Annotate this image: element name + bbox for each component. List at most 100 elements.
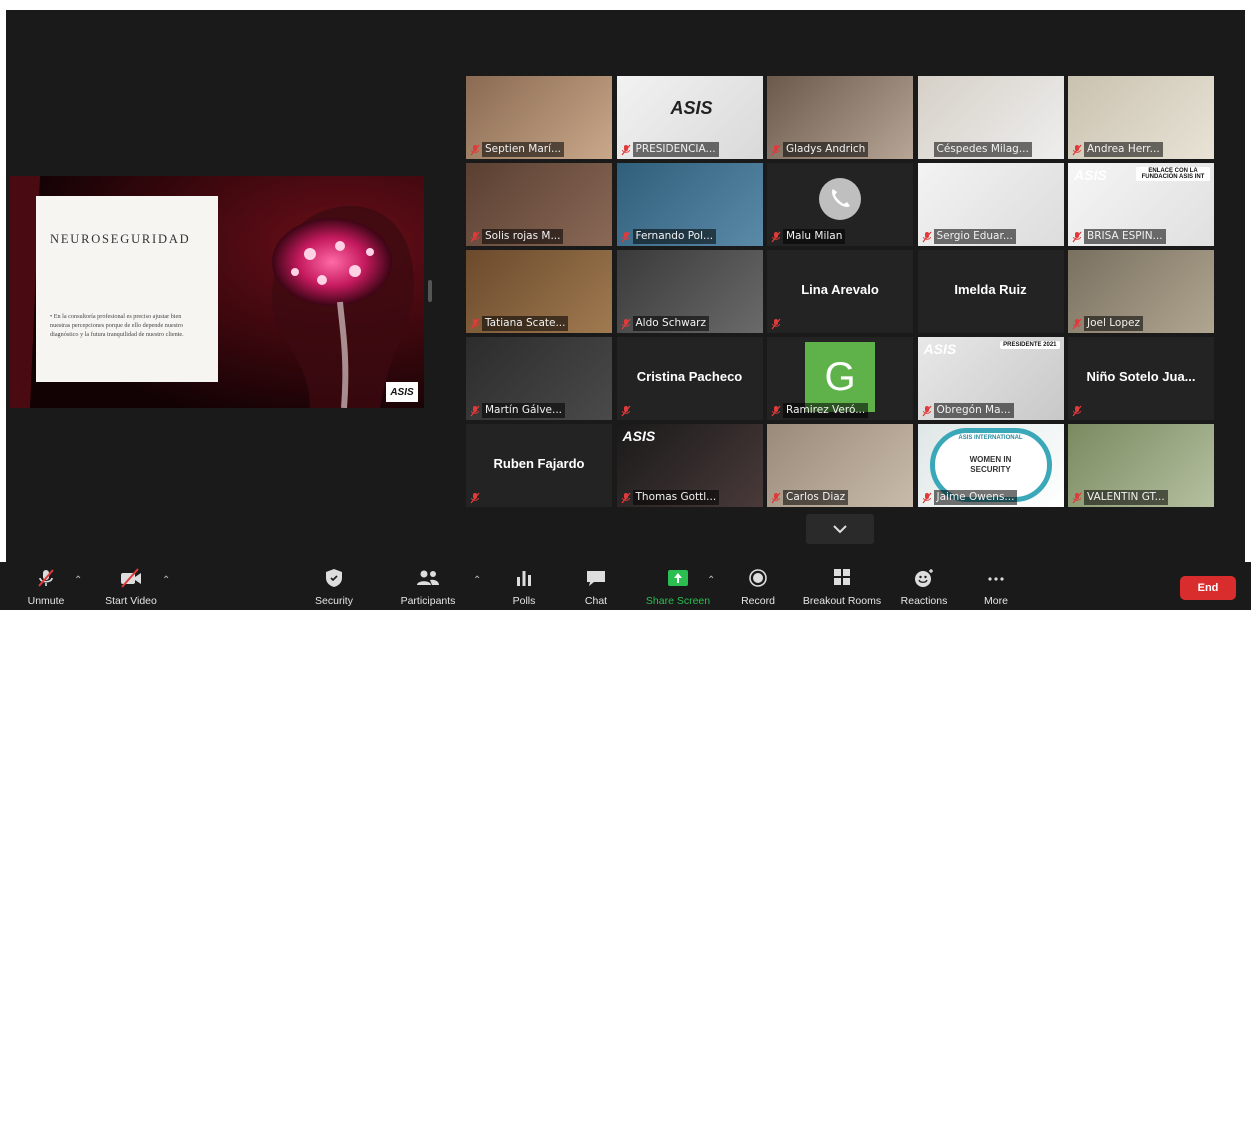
split-divider-handle[interactable]: [428, 280, 432, 302]
breakout-rooms-icon: [834, 569, 850, 585]
banner-text: ENLACE CON LA FUNDACIÓN ASIS INT: [1136, 167, 1210, 181]
more-button[interactable]: More: [976, 562, 1016, 610]
microphone-muted-icon: [620, 405, 631, 417]
microphone-muted-icon: [470, 318, 480, 330]
participants-label: Participants: [400, 595, 456, 607]
participant-tile[interactable]: Tatiana Scate...: [466, 250, 612, 333]
asis-logo: ASIS: [1074, 167, 1107, 183]
shared-screen: NEUROSEGURIDAD • En la consultoría profe…: [10, 176, 424, 408]
participant-name: Tatiana Scate...: [482, 316, 569, 331]
more-label: More: [984, 595, 1008, 607]
microphone-muted-icon: [470, 144, 480, 156]
participant-name: Andrea Herr...: [1084, 142, 1163, 157]
participant-tile[interactable]: Gladys Andrich: [767, 76, 913, 159]
participant-name: Ruben Fajardo: [493, 456, 585, 471]
participant-tile[interactable]: VALENTIN GT...: [1068, 424, 1214, 507]
participant-name: Obregón Ma...: [933, 403, 1014, 418]
start-video-label: Start Video: [105, 595, 157, 607]
participant-tile[interactable]: Septien Marí...: [466, 76, 612, 159]
microphone-muted-icon: [470, 492, 480, 504]
participant-name: PRESIDENCIA...: [632, 142, 719, 157]
microphone-muted-icon: [470, 405, 480, 417]
breakout-rooms-button[interactable]: Breakout Rooms: [803, 562, 881, 610]
chevron-up-icon[interactable]: ⌃: [473, 575, 481, 586]
microphone-muted-icon: [771, 318, 781, 330]
asis-logo: ASIS: [670, 98, 713, 118]
participant-tile[interactable]: Lina Arevalo: [767, 250, 913, 333]
participant-tile[interactable]: Sergio Eduar...: [917, 163, 1064, 246]
page-down-button[interactable]: [806, 514, 874, 544]
chevron-down-icon: [833, 525, 847, 534]
record-button[interactable]: Record: [738, 562, 778, 610]
participant-name: VALENTIN GT...: [1084, 490, 1168, 505]
participant-tile[interactable]: ASIS PRESIDENCIA...: [616, 76, 763, 159]
microphone-muted-icon: [1072, 231, 1082, 243]
chevron-up-icon[interactable]: ⌃: [162, 575, 170, 586]
participant-tile[interactable]: G Ramirez Veró...: [767, 337, 913, 420]
participant-name: Martín Gálve...: [482, 403, 566, 418]
chevron-up-icon[interactable]: ⌃: [707, 575, 715, 586]
participant-tile[interactable]: ASIS ENLACE CON LA FUNDACIÓN ASIS INT BRIS…: [1068, 163, 1214, 246]
meeting-toolbar: Unmute ⌃ Start Video ⌃ Security Particip…: [0, 562, 1251, 1143]
microphone-muted-icon: [1072, 492, 1082, 504]
chat-button[interactable]: Chat: [576, 562, 616, 610]
participant-tile[interactable]: Fernando Pol...: [616, 163, 763, 246]
participant-tile[interactable]: Carlos Diaz: [767, 424, 913, 507]
polls-button[interactable]: Polls: [504, 562, 544, 610]
unmute-label: Unmute: [27, 595, 65, 607]
share-screen-label: Share Screen: [645, 595, 711, 607]
share-screen-icon: [668, 570, 688, 586]
end-meeting-button[interactable]: End: [1180, 576, 1236, 600]
shield-icon: [326, 569, 342, 587]
microphone-muted-icon: [771, 492, 781, 504]
microphone-muted-icon: [921, 492, 932, 504]
badge-ring-text: ASIS INTERNATIONAL: [958, 435, 1023, 441]
participant-tile[interactable]: Andrea Herr...: [1068, 76, 1214, 159]
microphone-muted-icon: [1072, 144, 1082, 156]
participant-tile[interactable]: Martín Gálve...: [466, 337, 612, 420]
participants-button[interactable]: Participants: [401, 562, 455, 610]
participant-name: Sergio Eduar...: [933, 229, 1016, 244]
bar-chart-icon: [517, 571, 531, 586]
participant-name: Fernando Pol...: [632, 229, 717, 244]
share-screen-button[interactable]: Share Screen: [646, 562, 710, 610]
participant-tile[interactable]: Cristina Pacheco: [616, 337, 763, 420]
participant-name: Cristina Pacheco: [636, 369, 743, 384]
microphone-muted-icon: [620, 318, 631, 330]
participant-tile[interactable]: Céspedes Milag...: [917, 76, 1064, 159]
start-video-button[interactable]: Start Video: [104, 562, 158, 610]
microphone-muted-icon: [470, 231, 480, 243]
microphone-muted-icon: [38, 569, 54, 587]
microphone-muted-icon: [1072, 405, 1082, 417]
chevron-up-icon[interactable]: ⌃: [74, 575, 82, 586]
svg-text:ASIS: ASIS: [389, 387, 414, 398]
participant-tile[interactable]: ASIS INTERNATIONAL WOMEN IN SECURITY Jaime…: [917, 424, 1064, 507]
participant-tile[interactable]: Solis rojas M...: [466, 163, 612, 246]
microphone-muted-icon: [620, 231, 631, 243]
participant-tile[interactable]: Malu Milan: [767, 163, 913, 246]
participant-tile[interactable]: Joel Lopez: [1068, 250, 1214, 333]
slide-text-card: NEUROSEGURIDAD • En la consultoría profe…: [36, 196, 218, 382]
unmute-button[interactable]: Unmute: [24, 562, 68, 610]
participant-tile[interactable]: Imelda Ruiz: [917, 250, 1064, 333]
participant-tile[interactable]: Aldo Schwarz: [616, 250, 763, 333]
participant-name: Lina Arevalo: [801, 282, 879, 297]
security-button[interactable]: Security: [314, 562, 354, 610]
chat-label: Chat: [584, 595, 608, 607]
participant-tile[interactable]: ASIS PRESIDENTE 2021 Obregón Ma...: [917, 337, 1064, 420]
asis-logo: ASIS: [622, 428, 656, 444]
microphone-muted-icon: [771, 405, 781, 417]
asis-logo: ASIS: [923, 341, 957, 357]
participant-tile[interactable]: ASIS Thomas Gottl...: [616, 424, 763, 507]
microphone-muted-icon: [620, 144, 631, 156]
badge-text: WOMEN IN SECURITY: [969, 455, 1012, 474]
microphone-muted-icon: [771, 231, 781, 243]
reactions-button[interactable]: Reactions: [901, 562, 947, 610]
security-label: Security: [315, 595, 353, 607]
microphone-muted-icon: [921, 231, 932, 243]
microphone-muted-icon: [771, 144, 781, 156]
banner-text: PRESIDENTE 2021: [1000, 341, 1060, 349]
participant-name: Jaime Owens...: [933, 490, 1018, 505]
participant-tile[interactable]: Ruben Fajardo: [466, 424, 612, 507]
participant-tile[interactable]: Niño Sotelo Jua...: [1068, 337, 1214, 420]
